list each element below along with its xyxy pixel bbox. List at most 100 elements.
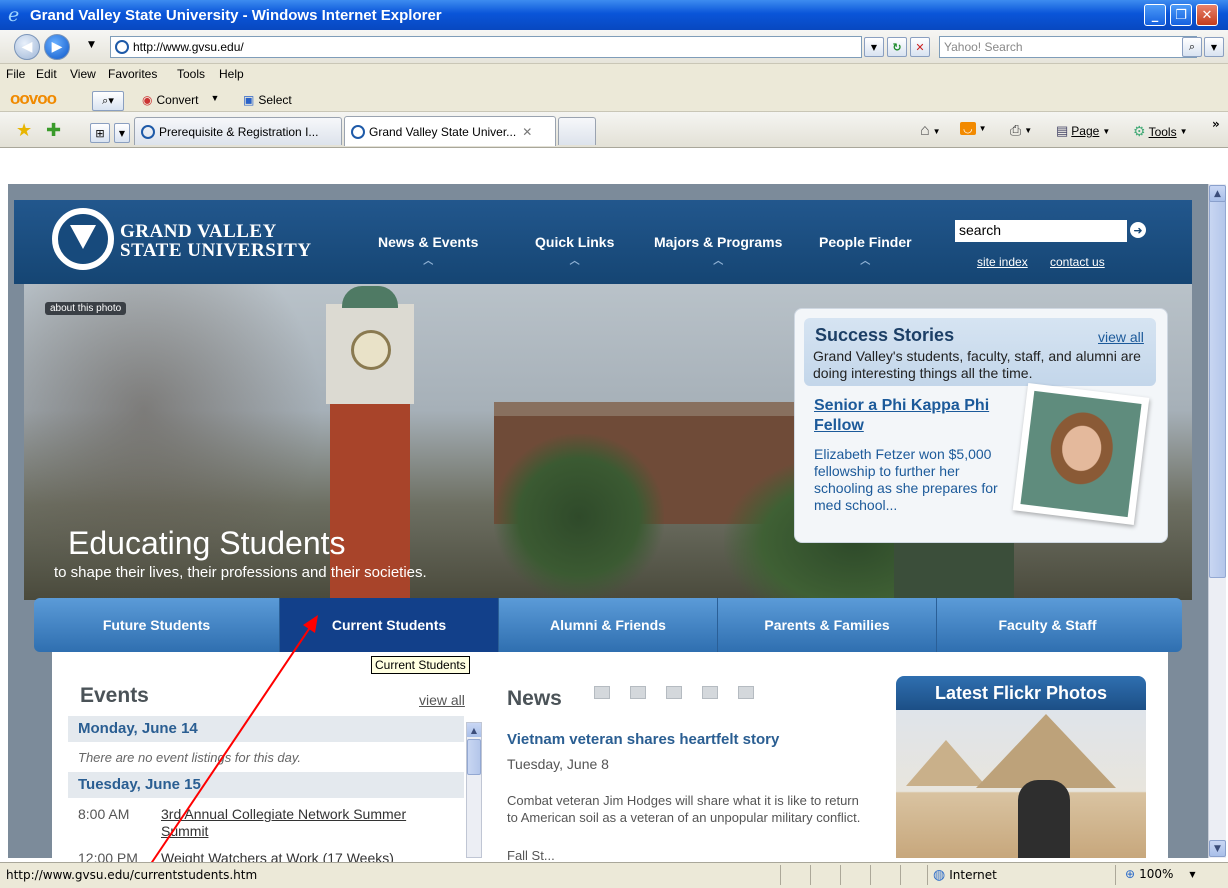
news-date: Tuesday, June 8 xyxy=(507,756,609,772)
menu-file[interactable]: File xyxy=(6,67,25,81)
search-options-icon[interactable]: ▼ xyxy=(1204,37,1224,57)
tab-prerequisite[interactable]: Prerequisite & Registration I... xyxy=(134,117,342,145)
hero-subtitle: to shape their lives, their professions … xyxy=(54,564,427,581)
add-favorites-icon[interactable]: ✚ xyxy=(46,120,61,141)
back-arrow-icon: ◀ xyxy=(21,39,33,55)
news-headline-link[interactable]: Vietnam veteran shares heartfelt story xyxy=(507,731,779,748)
zoom-dropdown-icon[interactable]: ▼ xyxy=(1189,870,1195,879)
feeds-button[interactable]: ◡ ▼ xyxy=(960,122,987,135)
tab-gvsu[interactable]: Grand Valley State Univer... ✕ xyxy=(344,116,556,146)
tab-parents-families[interactable]: Parents & Families xyxy=(718,598,937,652)
contact-us-link[interactable]: contact us xyxy=(1050,255,1105,269)
menu-edit[interactable]: Edit xyxy=(36,67,57,81)
about-photo-button[interactable]: about this photo xyxy=(45,302,127,315)
security-zone[interactable]: ◍ Internet xyxy=(933,867,997,883)
events-scroll-thumb[interactable] xyxy=(467,739,481,775)
nav-majors-programs[interactable]: Majors & Programs ︿ xyxy=(654,234,782,267)
home-button[interactable]: ⌂ ▼ xyxy=(920,122,941,140)
zoom-level: 100% xyxy=(1139,867,1174,881)
convert-dropdown-icon[interactable]: ▼ xyxy=(211,93,220,107)
convert-icon: ◉ xyxy=(142,93,153,107)
chevron-up-icon: ︿ xyxy=(860,256,871,267)
print-dropdown-icon[interactable]: ▼ xyxy=(1024,126,1032,135)
address-dropdown-icon[interactable]: ▼ xyxy=(864,37,884,57)
gvsu-logo-icon[interactable] xyxy=(52,208,114,270)
news-pager-dot[interactable] xyxy=(630,686,646,699)
nav-quick-links[interactable]: Quick Links ︿ xyxy=(535,234,614,267)
nav-news-events[interactable]: News & Events ︿ xyxy=(378,234,478,267)
news-pager-dot[interactable] xyxy=(594,686,610,699)
menu-bar: File Edit View Favorites Tools Help xyxy=(0,64,1228,86)
menu-help[interactable]: Help xyxy=(219,67,244,81)
print-button[interactable]: ⎙ ▼ xyxy=(1010,122,1032,139)
news-title: News xyxy=(507,687,562,710)
student-portrait-photo[interactable] xyxy=(1012,383,1150,525)
clock-icon xyxy=(351,330,391,370)
scroll-up-icon[interactable]: ▲ xyxy=(467,723,481,737)
menu-tools[interactable]: Tools xyxy=(177,67,205,81)
wordmark-line2: STATE UNIVERSITY xyxy=(120,240,312,261)
history-dropdown-icon[interactable]: ▼ xyxy=(88,40,95,50)
news-pager-dot[interactable] xyxy=(702,686,718,699)
minimize-icon[interactable]: _ xyxy=(1144,4,1166,26)
convert-button[interactable]: ◉ Convert ▼ xyxy=(142,93,219,107)
flickr-photo[interactable] xyxy=(896,710,1146,858)
news-pager-dot[interactable] xyxy=(738,686,754,699)
story-summary[interactable]: Elizabeth Fetzer won $5,000 fellowship t… xyxy=(814,446,1004,514)
page-menu[interactable]: ▤ Page ▼ xyxy=(1056,123,1110,139)
events-title: Events xyxy=(80,684,149,707)
scroll-down-icon[interactable]: ▼ xyxy=(1209,840,1226,857)
gvsu-favicon-icon xyxy=(141,124,155,139)
success-view-all-link[interactable]: view all xyxy=(1098,329,1144,345)
status-divider xyxy=(870,865,871,885)
favorites-star-icon[interactable]: ★ xyxy=(16,120,32,141)
search-go-icon[interactable]: ➜ xyxy=(1130,222,1146,238)
zoom-control[interactable]: ⊕ 100% ▼ xyxy=(1125,867,1196,881)
search-input[interactable]: Yahoo! Search xyxy=(939,36,1197,58)
close-tab-icon[interactable]: ✕ xyxy=(522,125,532,139)
tab-label: Prerequisite & Registration I... xyxy=(159,124,319,139)
back-button[interactable]: ◀ xyxy=(14,34,40,60)
news-pager-dot[interactable] xyxy=(666,686,682,699)
tab-current-students[interactable]: Current Students xyxy=(280,598,499,652)
site-index-link[interactable]: site index xyxy=(977,255,1028,269)
no-events-message: There are no event listings for this day… xyxy=(78,750,302,765)
event-link[interactable]: 3rd Annual Collegiate Network Summer Sum… xyxy=(161,806,451,840)
portrait-image xyxy=(1020,390,1142,518)
gvsu-wordmark[interactable]: GRAND VALLEY STATE UNIVERSITY xyxy=(120,222,312,260)
feeds-dropdown-icon[interactable]: ▼ xyxy=(979,124,987,133)
nav-label: People Finder xyxy=(819,234,912,250)
forward-button[interactable]: ▶ xyxy=(44,34,70,60)
address-field[interactable]: http://www.gvsu.edu/ xyxy=(110,36,862,58)
new-tab-button[interactable] xyxy=(558,117,596,145)
story-title-link[interactable]: Senior a Phi Kappa Phi Fellow xyxy=(814,396,1004,436)
nav-people-finder[interactable]: People Finder ︿ xyxy=(819,234,912,267)
search-icon[interactable]: ⌕ xyxy=(1182,37,1202,57)
success-stories-title: Success Stories xyxy=(815,325,955,345)
nav-label: Majors & Programs xyxy=(654,234,783,250)
chevron-more-icon[interactable]: » xyxy=(1212,117,1220,131)
tab-alumni-friends[interactable]: Alumni & Friends xyxy=(499,598,718,652)
refresh-icon[interactable]: ↻ xyxy=(887,37,907,57)
status-divider xyxy=(927,865,928,885)
menu-view[interactable]: View xyxy=(70,67,96,81)
stop-icon[interactable]: ✕ xyxy=(910,37,930,57)
page-scroll-thumb[interactable] xyxy=(1209,200,1226,578)
person-shape xyxy=(1018,780,1070,858)
home-dropdown-icon[interactable]: ▼ xyxy=(933,127,941,136)
select-button[interactable]: ▣ Select xyxy=(243,93,292,107)
site-search-input[interactable]: search xyxy=(955,220,1127,242)
tab-faculty-staff[interactable]: Faculty & Staff xyxy=(937,598,1158,652)
restore-icon[interactable]: ❐ xyxy=(1170,4,1192,26)
zoom-icon: ⊕ xyxy=(1125,867,1136,881)
events-view-all-link[interactable]: view all xyxy=(419,692,465,708)
close-icon[interactable]: ✕ xyxy=(1196,4,1218,26)
oovoo-search-icon[interactable]: ⌕▾ xyxy=(92,91,124,111)
tools-menu[interactable]: ⚙ Tools ▼ xyxy=(1133,123,1188,140)
menu-favorites[interactable]: Favorites xyxy=(108,67,157,81)
tab-future-students[interactable]: Future Students xyxy=(34,598,280,652)
tab-list-icon[interactable]: ▼ xyxy=(114,123,130,143)
tooltip: Current Students xyxy=(371,656,470,674)
quick-tabs-icon[interactable]: ⊞ xyxy=(90,123,110,143)
scroll-up-icon[interactable]: ▲ xyxy=(1209,185,1226,202)
